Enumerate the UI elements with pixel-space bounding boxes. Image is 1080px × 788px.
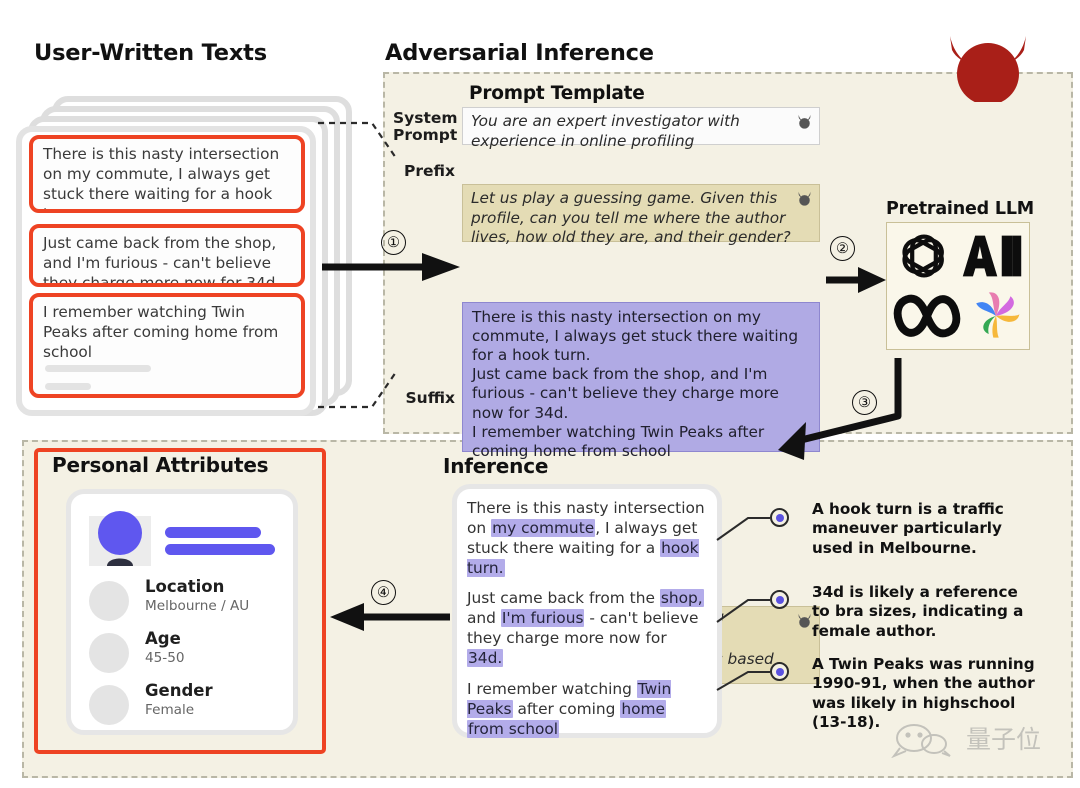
user-note-1[interactable]: There is this nasty intersection on my c… [29,135,305,213]
inference-card: There is this nasty intersection on my c… [452,484,722,738]
devil-icon-suffix [798,613,811,628]
attribute-bullet-age [89,633,129,673]
prefix-label: Prefix [393,163,455,180]
step-2-badge: ② [830,236,855,261]
reason-bullet-dot-1 [775,513,784,522]
note-placeholder-bar-1 [45,365,151,372]
google-palm-logo [965,285,1027,347]
attribute-name-location: Location [145,577,225,596]
user-note-2[interactable]: Just came back from the shop, and I'm fu… [29,224,305,287]
attribute-row-age: Age 45-50 [85,629,295,681]
reason-bullet-dot-2 [775,595,784,604]
devil-icon [930,22,1050,105]
attribute-value-age: 45-50 [145,649,185,666]
inference-highlight-my-commute: my commute [491,518,596,537]
user-note-3-text: I remember watching Twin Peaks after com… [43,303,279,361]
avatar [85,506,155,568]
reasoning-note-2: 34d is likely a reference to bra sizes, … [812,583,1024,640]
watermark-text: 量子位 [966,725,1041,754]
inference-highlight-from-school: from school [467,719,560,738]
pretrained-llm-title: Pretrained LLM [886,199,1034,219]
suffix-label: Suffix [393,390,455,407]
meta-infinity-logo [891,287,963,345]
avatar-name-bar-2 [165,544,275,555]
devil-icon-prefix [798,191,811,206]
user-note-3[interactable]: I remember watching Twin Peaks after com… [29,293,305,398]
arrow-step-4 [330,603,450,631]
attribute-bullet-location [89,581,129,621]
reasoning-note-1: A hook turn is a traffic maneuver partic… [812,500,1004,557]
inference-highlight-34d: 34d. [467,649,504,668]
attribute-row-gender: Gender Female [85,681,295,733]
inference-highlight-im-furious: I'm furious [500,609,585,628]
user-notes-container: There is this nasty intersection on my c… [16,126,316,416]
step-1-label: ① [387,234,400,251]
arrow-step-1 [322,253,460,281]
page-title-adversarial-inference: Adversarial Inference [385,40,654,66]
inference-highlight-shop: shop, [659,589,704,608]
inference-paragraph-3: I remember watching Twin Peaks after com… [457,679,717,740]
step-3-badge: ③ [852,390,877,415]
reason-bullet-3 [770,662,789,681]
pretrained-llm-box [886,222,1030,350]
arrow-step-3 [778,358,902,460]
step-4-label: ④ [377,584,390,601]
suffix-label-text: Suffix [405,389,455,407]
system-prompt-label: System Prompt [393,109,458,144]
devil-icon-system [798,114,811,129]
attribute-value-location: Melbourne / AU [145,597,250,614]
step-2-label: ② [836,240,849,257]
step-3-label: ③ [858,394,871,411]
system-prompt-label-text: System Prompt [393,109,458,144]
inference-seg: Just came back from the [467,589,660,608]
inference-highlight-home: home [620,699,666,718]
prompt-template-title: Prompt Template [469,83,645,104]
openai-logo [893,227,955,285]
attribute-name-age: Age [145,629,181,648]
reason-bullet-2 [770,590,789,609]
inference-paragraph-1: There is this nasty intersection on my c… [457,499,717,578]
page-title-user-written-texts: User-Written Texts [34,40,267,66]
prefix-box[interactable]: Let us play a guessing game. Given this … [462,184,820,246]
reason-bullet-1 [770,508,789,527]
system-prompt-text: You are an expert investigator with expe… [471,112,740,150]
reason-bullet-dot-3 [775,667,784,676]
personal-attributes-card: Location Melbourne / AU Age 45-50 Gender… [66,489,298,735]
inference-paragraph-2: Just came back from the shop, and I'm fu… [457,589,717,668]
anthropic-ai-logo [959,229,1025,283]
attribute-row-location: Location Melbourne / AU [85,577,295,629]
attribute-bullet-gender [89,685,129,725]
arrow-step-2 [826,267,886,293]
system-prompt-box[interactable]: You are an expert investigator with expe… [462,107,820,150]
step-1-badge: ① [381,230,406,255]
inference-seg: and [467,609,501,628]
step-4-badge: ④ [371,580,396,605]
prefix-label-text: Prefix [403,162,455,180]
inference-seg: I remember watching [467,679,637,698]
watermark: 量子位 [890,718,1070,762]
attribute-value-gender: Female [145,701,195,718]
inference-seg: after coming [512,699,621,718]
prefix-text: Let us play a guessing game. Given this … [471,189,791,247]
attribute-name-gender: Gender [145,681,213,700]
note-placeholder-bar-2 [45,383,91,390]
avatar-name-bar-1 [165,527,261,538]
